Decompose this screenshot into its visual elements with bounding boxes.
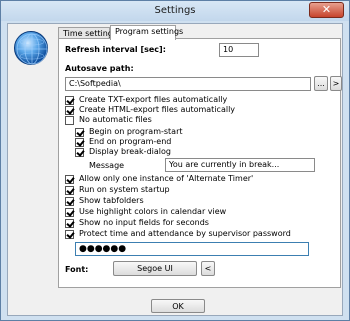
checkbox-label: Show no input fields for seconds <box>79 218 209 227</box>
checkbox-label: Display break-dialog <box>89 147 171 156</box>
window-title: Settings <box>154 5 196 16</box>
checkbox-label: Protect time and attendance by superviso… <box>79 229 291 238</box>
checkbox-label: Allow only one instance of 'Alternate Ti… <box>79 174 254 183</box>
checkbox-box[interactable] <box>75 138 84 147</box>
checkbox-label: End on program-end <box>89 137 172 146</box>
dialog-body: Time settings Program settings Refresh i… <box>7 23 343 316</box>
close-button[interactable]: ✕ <box>309 2 344 18</box>
checkbox-label: Show tabfolders <box>79 196 144 205</box>
font-reset-button[interactable]: < <box>201 261 215 276</box>
checkbox-label: Create HTML-export files automatically <box>79 105 236 114</box>
open-path-button[interactable]: > <box>330 76 342 91</box>
globe-icon <box>14 31 48 65</box>
checkbox-box[interactable] <box>75 148 84 157</box>
checkbox-box[interactable] <box>75 128 84 137</box>
checkbox-box[interactable] <box>65 96 74 105</box>
font-label: Font: <box>65 265 89 274</box>
message-label: Message <box>89 161 125 170</box>
refresh-interval-label: Refresh interval [sec]: <box>65 45 166 54</box>
checkbox-label: No automatic files <box>79 115 152 124</box>
autosave-path-label: Autosave path: <box>65 64 134 73</box>
checkbox-box[interactable] <box>65 106 74 115</box>
ok-button[interactable]: OK <box>151 299 205 313</box>
checkbox-label: Create TXT-export files automatically <box>79 95 228 104</box>
checkbox-box[interactable] <box>65 175 74 184</box>
browse-button[interactable]: ... <box>314 76 328 91</box>
message-input[interactable]: You are currently in break... <box>165 158 315 172</box>
checkbox-box[interactable] <box>65 116 74 125</box>
tab-label: Time settings <box>63 29 118 38</box>
close-icon: ✕ <box>321 3 332 16</box>
checkbox-label: Run on system startup <box>79 185 170 194</box>
checkbox-box[interactable] <box>65 186 74 195</box>
checkbox-box[interactable] <box>65 208 74 217</box>
tab-program-settings[interactable]: Program settings <box>110 25 183 40</box>
checkbox-box[interactable] <box>65 197 74 206</box>
autosave-path-input[interactable]: C:\Softpedia\ <box>65 77 311 91</box>
program-settings-panel: Refresh interval [sec]: 10 Autosave path… <box>58 38 342 288</box>
title-bar[interactable]: Settings ✕ <box>1 1 349 21</box>
font-select-button[interactable]: Segoe UI <box>113 261 197 276</box>
refresh-interval-input[interactable]: 10 <box>219 43 259 57</box>
checkbox-box[interactable] <box>65 219 74 228</box>
settings-window: Settings ✕ Time settings Program setting… <box>0 0 350 321</box>
checkbox-label: Begin on program-start <box>89 127 183 136</box>
checkbox-label: Use highlight colors in calendar view <box>79 207 227 216</box>
checkbox-box[interactable] <box>65 230 74 239</box>
supervisor-password-input[interactable]: ●●●●●● <box>75 242 309 256</box>
tab-label: Program settings <box>115 27 184 36</box>
